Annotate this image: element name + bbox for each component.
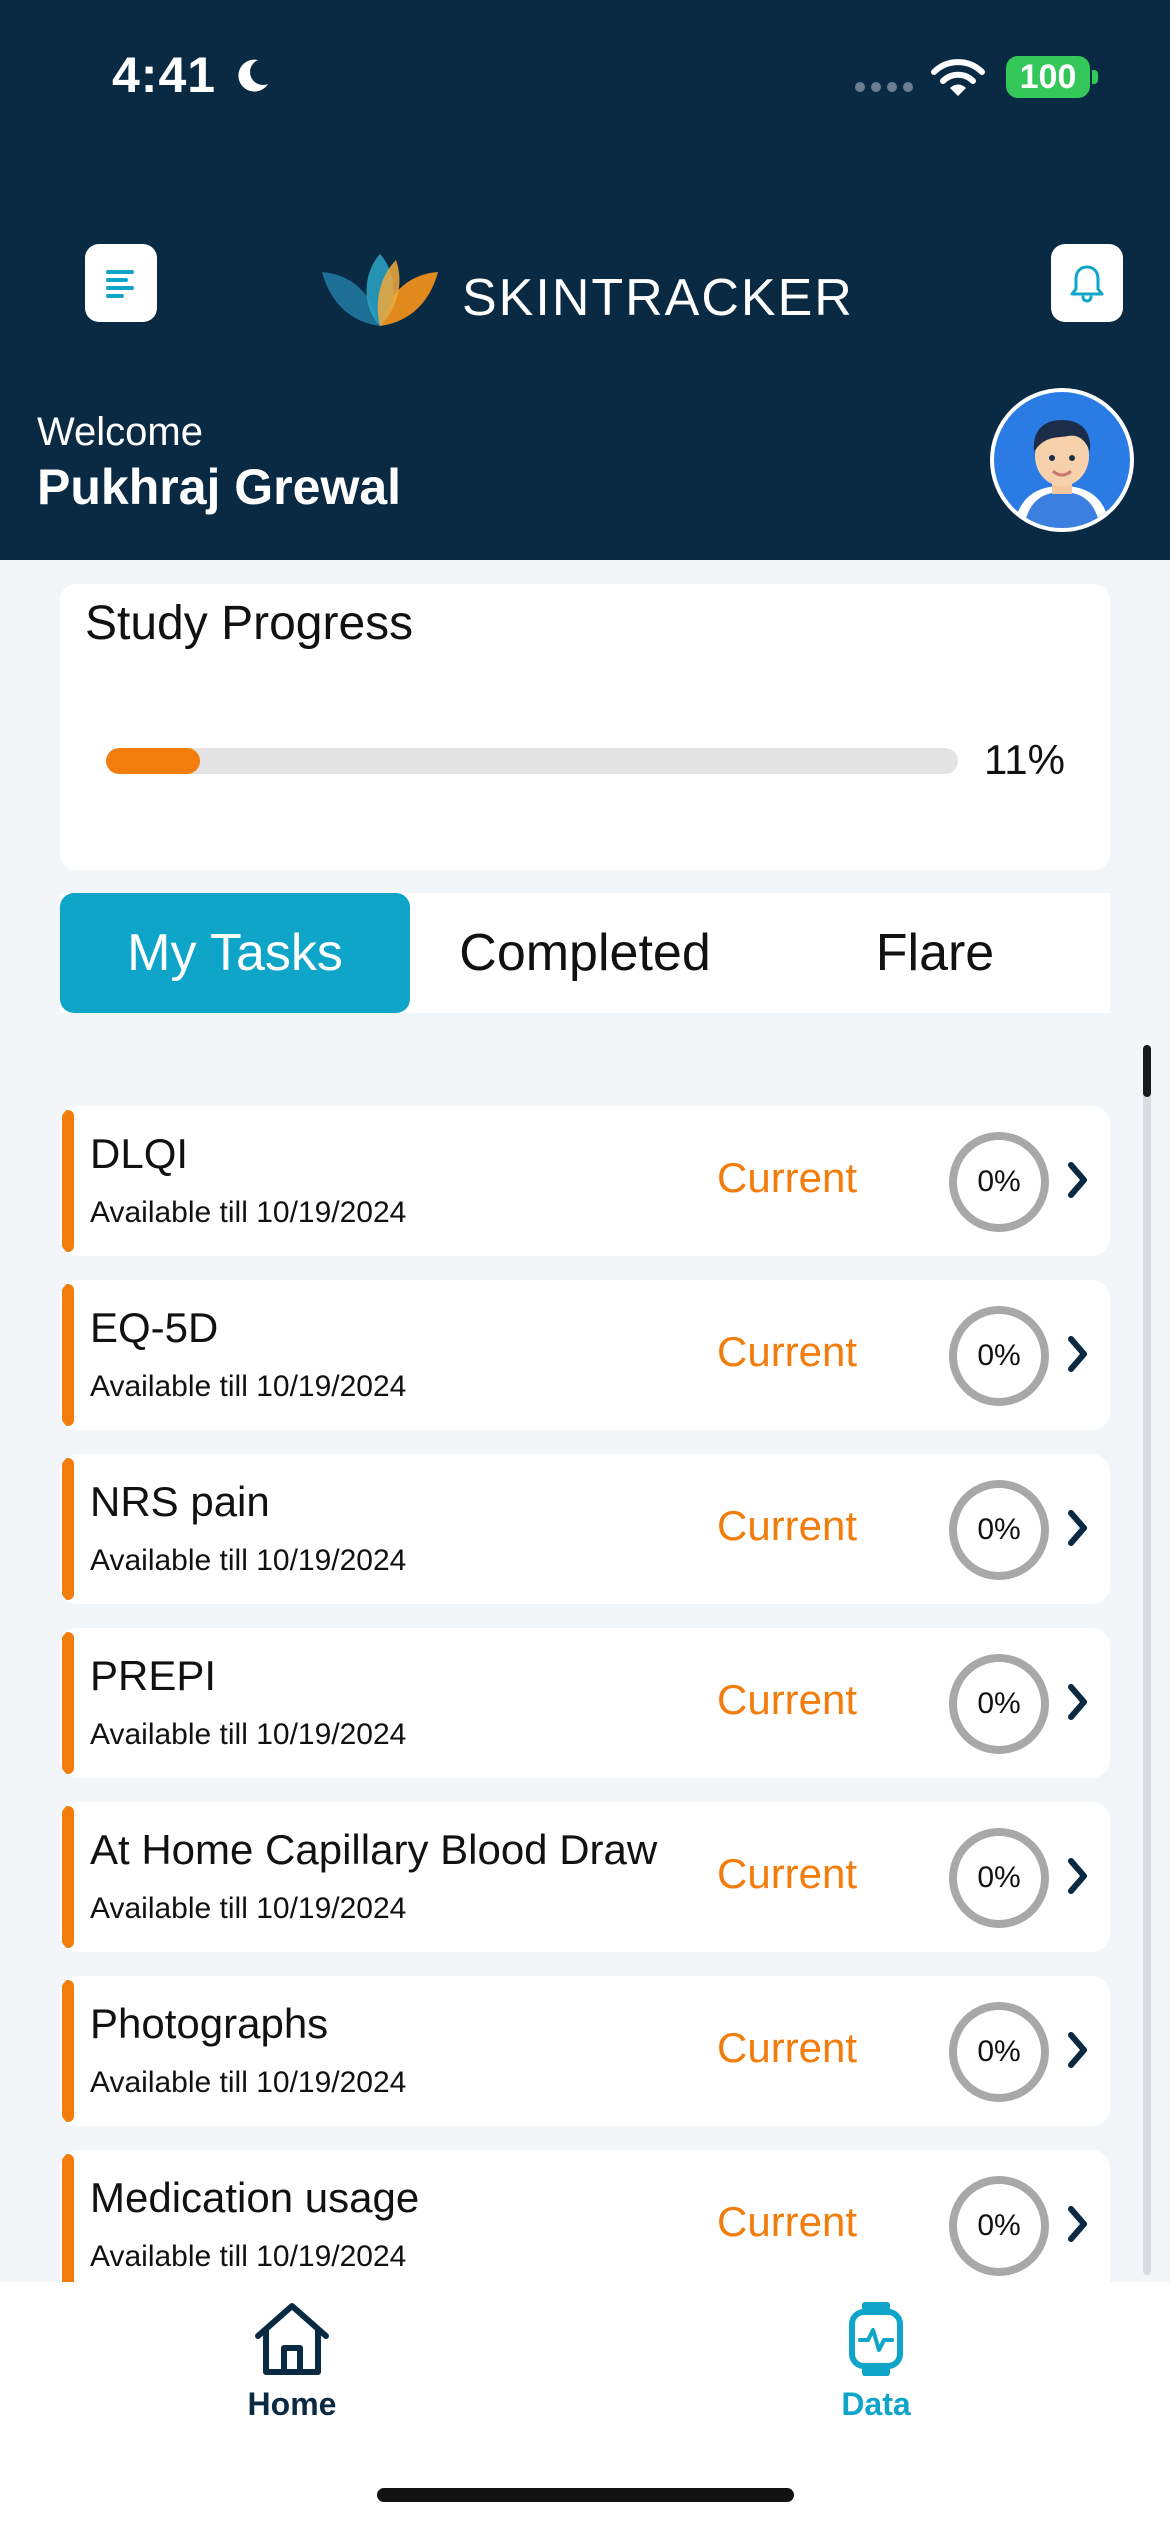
nav-home-label: Home <box>247 2386 337 2422</box>
chevron-right-icon[interactable] <box>1066 1508 1090 1548</box>
task-status: Current <box>717 2024 858 2071</box>
progress-title: Study Progress <box>85 597 414 650</box>
home-indicator <box>377 2488 794 2502</box>
battery-indicator: 100 <box>1006 56 1090 98</box>
task-progress-ring: 0% <box>949 1654 1049 1754</box>
tab-flare[interactable]: Flare <box>760 893 1110 1013</box>
tab-my-tasks[interactable]: My Tasks <box>60 893 410 1013</box>
nav-home[interactable]: Home <box>192 2300 392 2423</box>
task-list: DLQI Available till 10/19/2024 Current 0… <box>60 1106 1110 2282</box>
logo-icon <box>322 254 438 326</box>
chevron-right-icon[interactable] <box>1066 1856 1090 1896</box>
task-name: At Home Capillary Blood Draw <box>90 1826 658 1873</box>
chevron-right-icon[interactable] <box>1066 1682 1090 1722</box>
task-list-scrollbar[interactable] <box>1143 1045 1151 2275</box>
notifications-button[interactable] <box>1051 244 1123 322</box>
task-progress-ring: 0% <box>949 1306 1049 1406</box>
task-accent <box>62 1632 74 1774</box>
task-accent <box>62 1110 74 1252</box>
task-status: Current <box>717 1850 858 1897</box>
avatar[interactable] <box>990 388 1134 532</box>
task-name: NRS pain <box>90 1478 270 1525</box>
status-time: 4:41 <box>112 47 217 103</box>
task-progress-ring: 0% <box>949 1132 1049 1232</box>
task-status: Current <box>717 2198 858 2245</box>
watch-activity-icon <box>849 2302 903 2376</box>
study-progress-card: Study Progress 11% <box>60 584 1110 870</box>
task-name: PREPI <box>90 1652 217 1699</box>
task-available-date: Available till 10/19/2024 <box>90 2066 407 2099</box>
task-accent <box>62 1806 74 1948</box>
task-accent <box>62 1980 74 2122</box>
task-status: Current <box>717 1154 858 1201</box>
task-name: EQ-5D <box>90 1304 219 1351</box>
task-row[interactable]: Medication usage Available till 10/19/20… <box>60 2150 1110 2282</box>
task-accent <box>62 1458 74 1600</box>
bell-icon <box>1070 265 1104 303</box>
task-progress-ring: 0% <box>949 1480 1049 1580</box>
moon-icon <box>238 59 268 92</box>
task-available-date: Available till 10/19/2024 <box>90 2240 407 2273</box>
task-accent <box>62 1284 74 1426</box>
nav-data-label: Data <box>841 2386 911 2422</box>
user-avatar-icon <box>1014 420 1110 528</box>
task-status: Current <box>717 1328 858 1375</box>
battery-tip <box>1092 70 1098 84</box>
task-status: Current <box>717 1502 858 1549</box>
menu-icon <box>106 270 134 298</box>
task-available-date: Available till 10/19/2024 <box>90 1544 407 1577</box>
task-name: DLQI <box>90 1130 189 1177</box>
task-accent <box>62 2154 74 2282</box>
task-progress-ring: 0% <box>949 2176 1049 2276</box>
task-row[interactable]: NRS pain Available till 10/19/2024 Curre… <box>60 1454 1110 1604</box>
task-status: Current <box>717 1676 858 1723</box>
app-logo-text: SKINTRACKER <box>462 269 854 327</box>
progress-percent: 11% <box>984 736 1065 783</box>
task-name: Medication usage <box>90 2174 420 2221</box>
chevron-right-icon[interactable] <box>1066 2030 1090 2070</box>
task-available-date: Available till 10/19/2024 <box>90 1196 407 1229</box>
nav-data[interactable]: Data <box>776 2300 976 2423</box>
task-tabs: My Tasks Completed Flare <box>60 893 1110 1013</box>
chevron-right-icon[interactable] <box>1066 1334 1090 1374</box>
task-row[interactable]: At Home Capillary Blood Draw Available t… <box>60 1802 1110 1952</box>
tab-completed[interactable]: Completed <box>410 893 760 1013</box>
task-row[interactable]: PREPI Available till 10/19/2024 Current … <box>60 1628 1110 1778</box>
task-available-date: Available till 10/19/2024 <box>90 1370 407 1403</box>
task-progress-ring: 0% <box>949 2002 1049 2102</box>
menu-button[interactable] <box>85 244 157 322</box>
chevron-right-icon[interactable] <box>1066 1160 1090 1200</box>
task-row[interactable]: DLQI Available till 10/19/2024 Current 0… <box>60 1106 1110 1256</box>
app-header: 4:41 100 SKINTRACKER Welcome Pukhraj Gre… <box>0 0 1170 560</box>
scroll-thumb[interactable] <box>1143 1045 1151 1097</box>
task-progress-ring: 0% <box>949 1828 1049 1928</box>
welcome-label: Welcome <box>37 410 203 454</box>
wifi-icon <box>931 59 985 96</box>
cellular-signal-icon <box>855 82 913 92</box>
user-name: Pukhraj Grewal <box>37 459 402 515</box>
task-row[interactable]: Photographs Available till 10/19/2024 Cu… <box>60 1976 1110 2126</box>
task-available-date: Available till 10/19/2024 <box>90 1718 407 1751</box>
task-row[interactable]: EQ-5D Available till 10/19/2024 Current … <box>60 1280 1110 1430</box>
progress-bar <box>106 748 958 774</box>
chevron-right-icon[interactable] <box>1066 2204 1090 2244</box>
task-available-date: Available till 10/19/2024 <box>90 1892 407 1925</box>
progress-bar-fill <box>106 748 200 774</box>
task-name: Photographs <box>90 2000 329 2047</box>
home-icon <box>255 2303 329 2375</box>
